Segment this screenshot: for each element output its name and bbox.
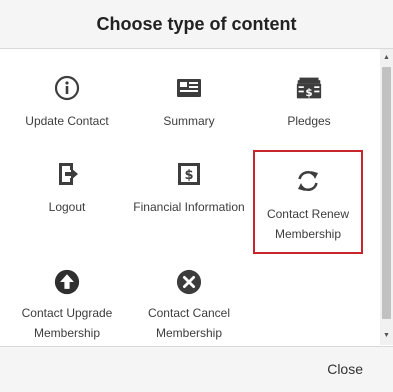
renew-sync-icon — [295, 168, 321, 194]
pledges-stack-icon: $ — [296, 75, 322, 101]
svg-text:$: $ — [305, 87, 312, 99]
content-type-grid: Update Contact Summary $ Pledges Logout … — [0, 49, 379, 345]
dialog-footer: Close — [0, 346, 393, 392]
vertical-scrollbar[interactable]: ▲ ▼ — [380, 49, 393, 345]
info-circle-icon — [54, 75, 80, 101]
cancel-circle-icon — [176, 269, 202, 295]
tile-label: Update Contact — [25, 114, 109, 128]
tile-logout[interactable]: Logout — [13, 145, 121, 243]
scrollbar-thumb[interactable] — [382, 67, 391, 319]
tile-contact-renew-membership[interactable]: Contact Renew Membership — [253, 150, 363, 254]
tile-pledges[interactable]: $ Pledges — [255, 59, 363, 157]
tile-label: Contact Cancel Membership — [147, 306, 231, 340]
dialog-title: Choose type of content — [96, 13, 297, 34]
tile-label: Financial Information — [133, 200, 245, 214]
tile-label: Contact Upgrade Membership — [21, 306, 113, 340]
tile-label: Contact Renew Membership — [266, 207, 350, 241]
scroll-up-arrow-icon[interactable]: ▲ — [380, 52, 393, 64]
tile-label: Summary — [163, 114, 215, 128]
tile-update-contact[interactable]: Update Contact — [13, 59, 121, 157]
tile-contact-upgrade-membership[interactable]: Contact Upgrade Membership — [13, 257, 121, 345]
logout-icon — [54, 161, 80, 187]
tile-contact-cancel-membership[interactable]: Contact Cancel Membership — [135, 257, 243, 345]
tile-summary[interactable]: Summary — [135, 59, 243, 157]
summary-card-icon — [176, 75, 202, 101]
dollar-document-icon: $ — [176, 161, 202, 187]
tile-financial-information[interactable]: $ Financial Information — [133, 145, 245, 243]
dialog-header: Choose type of content — [0, 0, 393, 49]
close-button[interactable]: Close — [327, 361, 363, 377]
scroll-down-arrow-icon[interactable]: ▼ — [380, 330, 393, 342]
svg-text:$: $ — [184, 168, 193, 183]
tile-label: Logout — [48, 200, 86, 214]
arrow-up-circle-icon — [54, 269, 80, 295]
tile-label: Pledges — [287, 114, 331, 128]
